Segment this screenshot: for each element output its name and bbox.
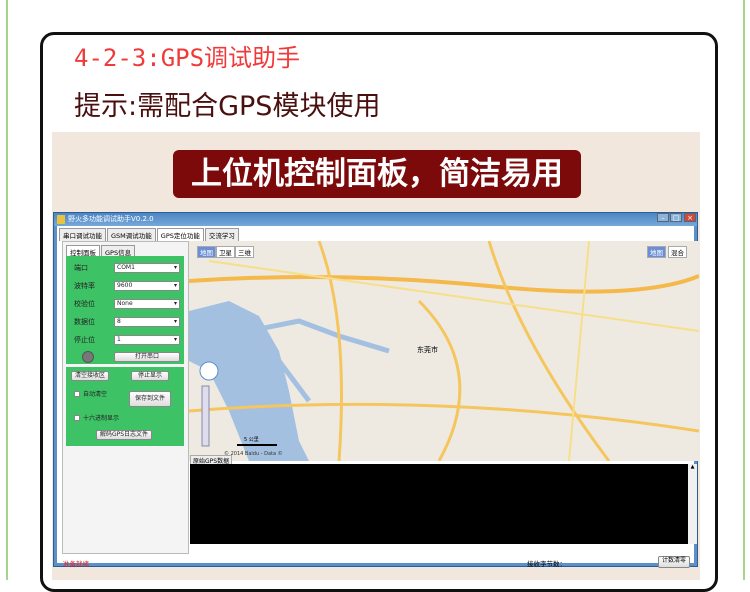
port-select[interactable]: COM1 — [114, 263, 180, 273]
databits-select[interactable]: 8 — [114, 317, 180, 327]
left-border — [6, 0, 8, 580]
databits-label: 数据位 — [74, 318, 95, 326]
parity-select[interactable]: None — [114, 299, 180, 309]
port-label: 端口 — [74, 264, 88, 272]
map-type-satellite[interactable]: 卫星 — [216, 246, 235, 258]
decode-log-button[interactable]: 解码GPS日志文件 — [96, 430, 152, 440]
clear-receive-button[interactable]: 清空接收区 — [71, 371, 109, 381]
banner: 上位机控制面板，简洁易用 — [173, 150, 581, 198]
status-indicator — [82, 351, 94, 363]
map-type-hybrid[interactable]: 混合 — [668, 246, 687, 258]
map-type-map[interactable]: 地图 — [197, 246, 216, 258]
app-window: 野火多功能调试助手V0.2.0 – □ × 串口调试功能 GSM调试功能 GPS… — [53, 212, 699, 568]
window-body: 串口调试功能 GSM调试功能 GPS定位功能 交流学习 控制面板 GPS信息 端… — [57, 226, 699, 568]
right-border — [743, 0, 745, 580]
map-type-3d[interactable]: 三维 — [235, 246, 254, 258]
minimize-button[interactable]: – — [657, 213, 669, 222]
reset-count-button[interactable]: 计数清零 — [658, 556, 690, 568]
baud-label: 波特率 — [74, 282, 95, 290]
window-title: 野火多功能调试助手V0.2.0 — [68, 215, 154, 223]
tab-serial[interactable]: 串口调试功能 — [59, 228, 106, 241]
scale-bar — [237, 444, 277, 446]
parity-label: 校验位 — [74, 300, 95, 308]
map-graphic — [189, 241, 699, 461]
map-view[interactable]: 地图 卫星 三维 地图 混合 东莞市 5 公里 © 2014 Baidu - D… — [189, 241, 699, 461]
raw-data-output[interactable] — [190, 464, 688, 544]
stopbits-label: 停止位 — [74, 336, 95, 344]
stop-display-button[interactable]: 停止显示 — [131, 371, 169, 381]
stopbits-select[interactable]: 1 — [114, 335, 180, 345]
status-text: 准备就绪 — [63, 560, 89, 568]
maximize-button[interactable]: □ — [670, 213, 682, 222]
receive-options: 清空接收区 停止显示 自动清空 保存到文件 十六进制显示 解码GPS日志文件 — [66, 367, 184, 446]
open-port-button[interactable]: 打开串口 — [114, 352, 180, 362]
baud-select[interactable]: 9600 — [114, 281, 180, 291]
auto-clear-label: 自动清空 — [83, 391, 108, 398]
hex-display-checkbox[interactable]: 十六进制显示 — [74, 413, 119, 422]
auto-clear-checkbox[interactable]: 自动清空 — [74, 389, 107, 398]
title-bar: 野火多功能调试助手V0.2.0 – □ × — [54, 213, 697, 226]
city-label: 东莞市 — [417, 346, 438, 354]
close-button[interactable]: × — [684, 213, 696, 222]
tab-learn[interactable]: 交流学习 — [204, 228, 239, 241]
zoom-slider[interactable] — [201, 385, 210, 447]
tab-gps[interactable]: GPS定位功能 — [156, 228, 204, 241]
map-copyright: © 2014 Baidu - Data © — [224, 451, 283, 457]
bytes-received-label: 接收字节数： — [527, 560, 566, 568]
tab-gsm[interactable]: GSM调试功能 — [107, 228, 156, 241]
output-scrollbar[interactable]: ▲ — [688, 464, 697, 544]
hex-display-label: 十六进制显示 — [83, 415, 120, 422]
main-tabs: 串口调试功能 GSM调试功能 GPS定位功能 交流学习 — [59, 228, 240, 241]
serial-settings: 端口 COM1 波特率 9600 校验位 None 数据位 8 停止位 1 打开串口 — [66, 256, 184, 364]
control-panel: 控制面板 GPS信息 端口COM1 波特率9600 校验位None 数据位8 停… — [62, 241, 189, 554]
app-icon — [57, 215, 65, 224]
save-file-button[interactable]: 保存到文件 — [129, 391, 171, 407]
section-heading: 4-2-3:GPS调试助手 — [74, 44, 301, 72]
hint-text: 提示:需配合GPS模块使用 — [74, 91, 381, 122]
pan-control[interactable] — [199, 361, 219, 381]
map-type-map-right[interactable]: 地图 — [647, 246, 666, 258]
highway — [189, 274, 699, 294]
scale-label: 5 公里 — [244, 437, 259, 443]
